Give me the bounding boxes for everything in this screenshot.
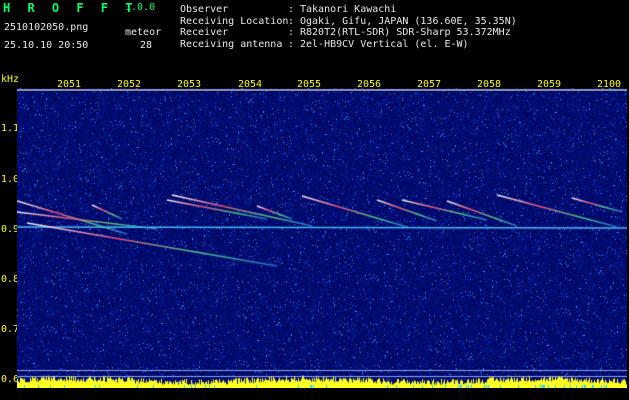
info-row-receiver: Receiver: R820T2(RTL-SDR) SDR-Sharp 53.37… [180, 27, 511, 38]
meteor-count-label: meteor [125, 27, 162, 38]
app-title: H R O F F T [3, 1, 138, 15]
y-tick-label: 0.7 [1, 324, 20, 335]
spectrogram-canvas [17, 88, 627, 388]
y-tick-label: 1.1 [1, 123, 20, 134]
info-row-antenna: Receiving antenna:2el-HB9CV Vertical (el… [180, 38, 469, 50]
info-row-location: Receiving Location: Ogaki, Gifu, JAPAN (1… [180, 15, 517, 27]
info-row-observer: Observer: Takanori Kawachi [180, 4, 397, 15]
y-tick-label: 0.8 [1, 274, 20, 285]
app-version: 1.0.0 [125, 2, 156, 13]
station-info: Observer: Takanori Kawachi Receiving Loca… [180, 4, 517, 50]
capture-filename: 2510102050.png [4, 22, 89, 33]
y-tick-label: 0.6 [1, 374, 20, 385]
frequency-unit: kHz [1, 74, 20, 85]
capture-datetime: 25.10.10 20:50 [4, 40, 89, 51]
meteor-count-value: 28 [140, 40, 153, 51]
y-tick-label: 0.9 [1, 224, 20, 235]
spectrogram-top-border [17, 89, 627, 91]
y-tick-label: 1.0 [1, 174, 20, 185]
